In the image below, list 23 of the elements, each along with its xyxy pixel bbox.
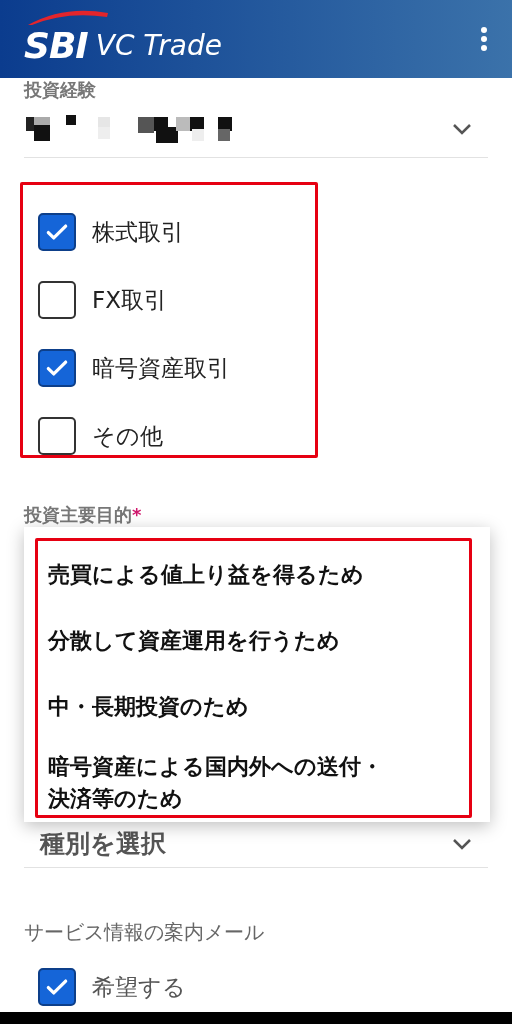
- checkbox-label: 希望する: [92, 972, 186, 1002]
- checked-checkbox[interactable]: [38, 213, 76, 251]
- field-label: 投資主要目的*: [24, 505, 143, 525]
- menu-item[interactable]: 分散して資産運用を行うため: [48, 619, 393, 663]
- checkbox[interactable]: [38, 281, 76, 319]
- logo-text: VC Trade: [95, 31, 222, 61]
- chevron-down-icon: [452, 122, 472, 135]
- checkbox-label: その他: [92, 421, 163, 451]
- chevron-down-icon: [452, 837, 472, 850]
- menu-item[interactable]: 中・長期投資のため: [48, 685, 393, 729]
- logo-swoosh-icon: [26, 9, 110, 25]
- logo-mark: SBI: [24, 31, 88, 61]
- checkbox-label: 暗号資産取引: [92, 353, 230, 383]
- menu-item[interactable]: 暗号資産による国内外への送付・決済等のため: [48, 751, 393, 815]
- checkbox-label: FX取引: [92, 285, 167, 315]
- checked-checkbox[interactable]: [38, 968, 76, 1006]
- menu-item[interactable]: 売買による値上り益を得るため: [48, 553, 393, 597]
- checked-checkbox[interactable]: [38, 349, 76, 387]
- more-menu-icon[interactable]: [480, 26, 488, 52]
- checkbox[interactable]: [38, 417, 76, 455]
- field-label: サービス情報の案内メール: [24, 920, 265, 944]
- field-label: 投資経験: [24, 80, 97, 100]
- checkbox-label: 株式取引: [92, 217, 184, 247]
